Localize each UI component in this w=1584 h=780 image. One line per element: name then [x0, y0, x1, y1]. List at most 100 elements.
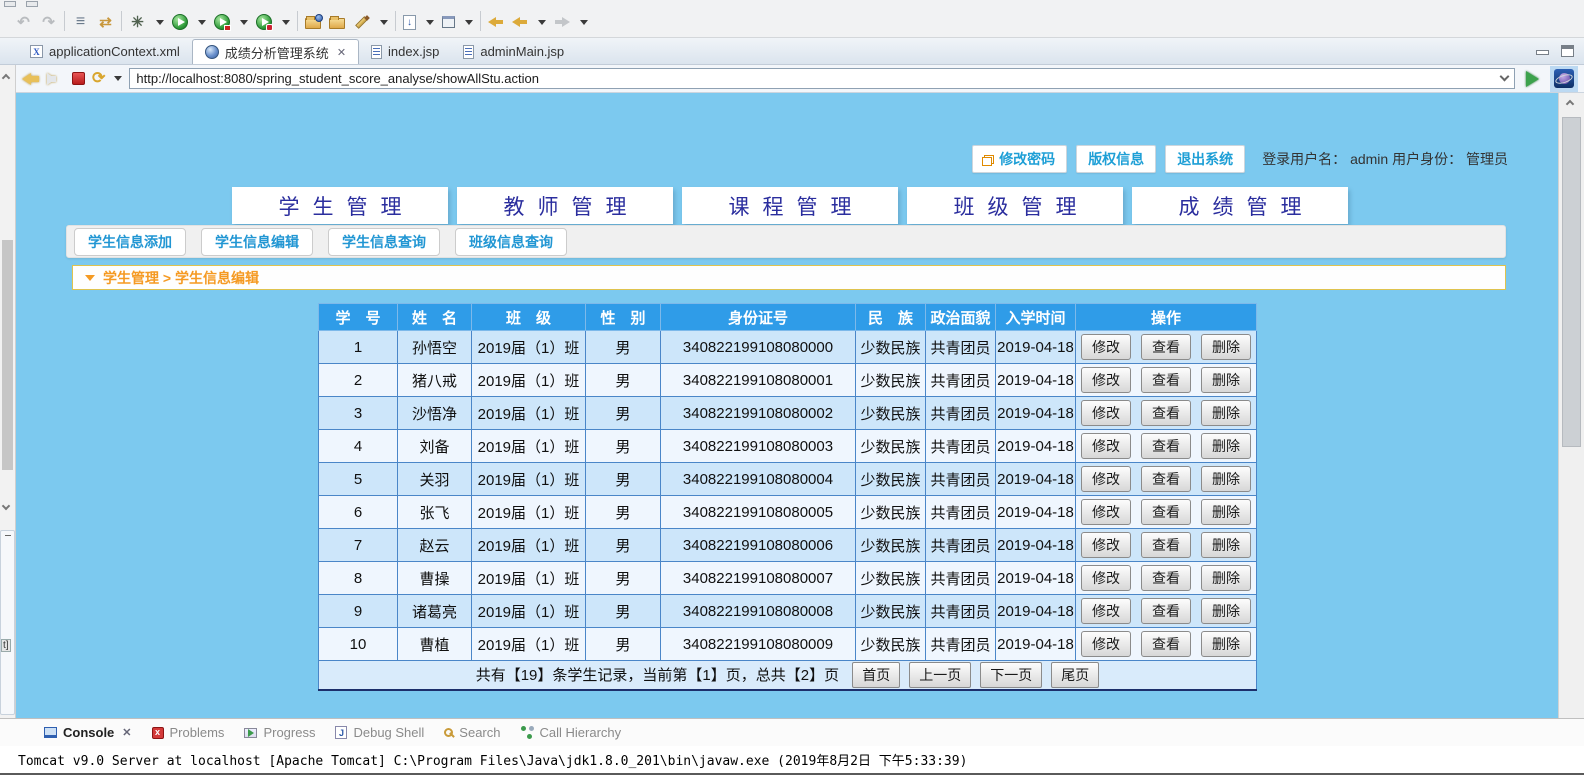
editor-tab-index-jsp[interactable]: index.jsp	[359, 39, 451, 64]
row-action-button-修改[interactable]: 修改	[1081, 631, 1131, 657]
browser-back-icon[interactable]	[22, 73, 40, 85]
nav-tab-班级管理[interactable]: 班级管理	[907, 187, 1123, 224]
last-edit-location-icon[interactable]	[488, 17, 504, 27]
row-action-button-查看[interactable]: 查看	[1141, 433, 1191, 459]
profile-icon[interactable]	[256, 14, 272, 30]
row-action-button-修改[interactable]: 修改	[1081, 499, 1131, 525]
url-dropdown-icon[interactable]	[1500, 72, 1510, 82]
nav-tab-教师管理[interactable]: 教师管理	[457, 187, 673, 224]
row-action-button-删除[interactable]: 删除	[1201, 334, 1251, 360]
row-action-button-删除[interactable]: 删除	[1201, 598, 1251, 624]
editor-tab--[interactable]: 成绩分析管理系统✕	[192, 39, 359, 64]
tab-close-icon[interactable]: ✕	[337, 46, 346, 59]
row-action-button-删除[interactable]: 删除	[1201, 466, 1251, 492]
console-tab-Problems[interactable]: Problems	[152, 725, 225, 740]
open-file-folder-icon[interactable]	[305, 18, 321, 29]
show-annotation-icon[interactable]	[72, 14, 89, 31]
subnav-button-班级信息查询[interactable]: 班级信息查询	[455, 228, 567, 256]
row-action-button-删除[interactable]: 删除	[1201, 631, 1251, 657]
debug-dropdown-icon[interactable]	[156, 20, 164, 25]
pager-button-尾页[interactable]: 尾页	[1051, 662, 1099, 688]
row-action-button-查看[interactable]: 查看	[1141, 532, 1191, 558]
row-action-button-查看[interactable]: 查看	[1141, 466, 1191, 492]
format-brush-dropdown-icon[interactable]	[380, 20, 388, 25]
console-tab-Search[interactable]: Search	[444, 725, 500, 740]
format-brush-icon[interactable]	[353, 14, 370, 31]
maximize-view-icon[interactable]	[1561, 45, 1574, 57]
row-action-button-修改[interactable]: 修改	[1081, 433, 1131, 459]
nav-tab-成绩管理[interactable]: 成绩管理	[1132, 187, 1348, 224]
browser-forward-icon[interactable]	[47, 73, 65, 85]
browser-refresh-icon[interactable]	[92, 71, 105, 87]
nav-tab-课程管理[interactable]: 课程管理	[682, 187, 898, 224]
row-action-button-修改[interactable]: 修改	[1081, 532, 1131, 558]
scroll-up-icon[interactable]	[2, 74, 10, 82]
row-action-button-删除[interactable]: 删除	[1201, 367, 1251, 393]
row-action-button-删除[interactable]: 删除	[1201, 400, 1251, 426]
subnav-button-学生信息编辑[interactable]: 学生信息编辑	[201, 228, 313, 256]
web-browser-icon[interactable]	[1550, 66, 1578, 92]
tab-close-icon[interactable]: ✕	[122, 726, 131, 739]
open-perspective-icon[interactable]	[442, 16, 455, 28]
pager-button-首页[interactable]: 首页	[852, 662, 900, 688]
back-history-icon[interactable]	[512, 17, 528, 27]
profile-dropdown-icon[interactable]	[282, 20, 290, 25]
undo-icon[interactable]	[15, 14, 32, 31]
import-icon[interactable]: ↓	[403, 15, 416, 30]
row-action-button-查看[interactable]: 查看	[1141, 631, 1191, 657]
run-as-icon[interactable]	[214, 14, 230, 30]
scrollbar-thumb[interactable]	[1562, 117, 1581, 447]
left-scrollbar-thumb[interactable]	[2, 240, 13, 470]
url-bar[interactable]: http://localhost:8080/spring_student_sco…	[129, 68, 1515, 89]
row-action-button-查看[interactable]: 查看	[1141, 499, 1191, 525]
row-action-button-查看[interactable]: 查看	[1141, 367, 1191, 393]
row-action-button-查看[interactable]: 查看	[1141, 565, 1191, 591]
minimized-view-panel[interactable]: t]	[0, 530, 15, 715]
console-tab-Call-Hierarchy[interactable]: Call Hierarchy	[521, 725, 622, 740]
open-perspective-dropdown-icon[interactable]	[465, 20, 473, 25]
run-as-dropdown-icon[interactable]	[240, 20, 248, 25]
go-button[interactable]	[1526, 71, 1539, 87]
row-action-button-删除[interactable]: 删除	[1201, 532, 1251, 558]
console-tab-Progress[interactable]: Progress	[244, 725, 315, 740]
console-tab-Console[interactable]: Console✕	[44, 725, 132, 740]
row-action-button-查看[interactable]: 查看	[1141, 334, 1191, 360]
import-dropdown-icon[interactable]	[426, 20, 434, 25]
forward-history-icon[interactable]	[554, 17, 570, 27]
editor-tab-applicationContext-xml[interactable]: applicationContext.xml	[18, 39, 192, 64]
row-action-button-查看[interactable]: 查看	[1141, 400, 1191, 426]
run-icon[interactable]	[172, 14, 188, 30]
row-action-button-修改[interactable]: 修改	[1081, 565, 1131, 591]
row-action-button-删除[interactable]: 删除	[1201, 565, 1251, 591]
nav-tab-学生管理[interactable]: 学生管理	[232, 187, 448, 224]
scroll-down-icon[interactable]	[2, 502, 10, 510]
account-button-退出系统[interactable]: 退出系统	[1165, 145, 1245, 173]
account-button-修改密码[interactable]: 修改密码	[972, 145, 1067, 173]
open-folder-icon[interactable]	[329, 18, 345, 29]
row-action-button-修改[interactable]: 修改	[1081, 598, 1131, 624]
row-action-button-修改[interactable]: 修改	[1081, 367, 1131, 393]
console-tab-Debug-Shell[interactable]: Debug Shell	[335, 725, 424, 740]
browser-stop-icon[interactable]	[72, 72, 85, 85]
scrollbar-up-icon[interactable]	[1566, 100, 1574, 108]
editor-tab-adminMain-jsp[interactable]: adminMain.jsp	[451, 39, 576, 64]
row-action-button-删除[interactable]: 删除	[1201, 499, 1251, 525]
row-action-button-修改[interactable]: 修改	[1081, 466, 1131, 492]
row-action-button-修改[interactable]: 修改	[1081, 334, 1131, 360]
account-button-版权信息[interactable]: 版权信息	[1076, 145, 1156, 173]
debug-icon[interactable]	[129, 14, 146, 31]
subnav-button-学生信息添加[interactable]: 学生信息添加	[74, 228, 186, 256]
subnav-button-学生信息查询[interactable]: 学生信息查询	[328, 228, 440, 256]
forward-history-dropdown-icon[interactable]	[580, 20, 588, 25]
pager-button-下一页[interactable]: 下一页	[980, 662, 1042, 688]
url-text[interactable]: http://localhost:8080/spring_student_sco…	[136, 71, 1501, 86]
row-action-button-修改[interactable]: 修改	[1081, 400, 1131, 426]
page-scrollbar[interactable]	[1558, 93, 1584, 718]
refresh-dropdown-icon[interactable]	[114, 76, 122, 81]
row-action-button-查看[interactable]: 查看	[1141, 598, 1191, 624]
row-action-button-删除[interactable]: 删除	[1201, 433, 1251, 459]
run-dropdown-icon[interactable]	[198, 20, 206, 25]
back-history-dropdown-icon[interactable]	[538, 20, 546, 25]
minimize-view-icon[interactable]	[1536, 50, 1549, 55]
last-edit-icon[interactable]	[97, 14, 114, 31]
